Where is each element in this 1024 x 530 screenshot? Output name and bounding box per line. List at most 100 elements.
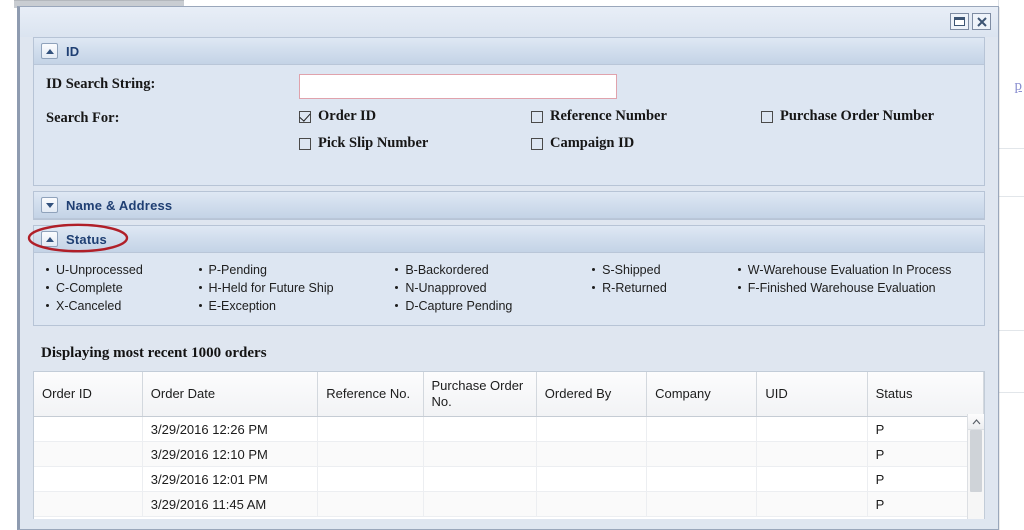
status-legend-text: E-Exception [208, 299, 276, 313]
orders-table: Order ID Order Date Reference No. Purcha… [34, 372, 984, 517]
checkbox-pick-slip-number[interactable]: Pick Slip Number [299, 135, 531, 152]
bullet-icon [46, 286, 49, 289]
checkbox-reference-number[interactable]: Reference Number [531, 108, 761, 125]
cell-ordered-by [536, 466, 648, 492]
checkbox-order-id[interactable]: Order ID [299, 108, 531, 125]
status-legend-item: E-Exception [198, 297, 396, 315]
cell-uid [756, 466, 868, 492]
table-row[interactable]: 3/29/2016 12:10 PM P [34, 441, 984, 467]
status-legend-item: D-Capture Pending [395, 297, 592, 315]
cell-reference-no [317, 416, 424, 442]
column-header-purchase-order-no[interactable]: Purchase Order No. [423, 372, 537, 417]
bullet-icon [737, 286, 741, 289]
column-header-order-id[interactable]: Order ID [34, 372, 143, 417]
id-search-row: ID Search String: [46, 74, 972, 99]
cell-order-id [34, 441, 143, 467]
grid-vertical-scrollbar[interactable] [967, 414, 984, 519]
search-for-options: Order ID Reference Number Purchase Order… [299, 108, 972, 162]
panel-id-content: ID Search String: Search For: Order ID R… [34, 65, 984, 185]
column-header-company[interactable]: Company [646, 372, 758, 417]
triangle-down-icon[interactable] [41, 197, 58, 213]
cell-ordered-by [536, 491, 648, 517]
panel-status-content: U-Unprocessed C-Complete X-Canceled P-Pe… [34, 253, 984, 325]
background-link-fragment[interactable]: p [1015, 78, 1023, 95]
status-legend: U-Unprocessed C-Complete X-Canceled P-Pe… [46, 261, 974, 315]
cell-order-date: 3/29/2016 11:45 AM [142, 491, 319, 517]
checkbox-box-pick-slip-number[interactable] [299, 137, 311, 150]
checkbox-box-purchase-order-number[interactable] [761, 110, 773, 123]
window-controls [950, 13, 991, 30]
cell-uid [756, 441, 868, 467]
bullet-icon [395, 268, 399, 271]
panel-id-header[interactable]: ID [34, 38, 984, 65]
status-legend-item: X-Canceled [46, 297, 199, 315]
cell-purchase-order-no [423, 466, 537, 492]
id-search-label: ID Search String: [46, 76, 156, 92]
close-icon [976, 16, 987, 27]
status-legend-text: U-Unprocessed [56, 263, 143, 277]
bullet-icon [592, 268, 596, 271]
status-legend-column: S-Shipped R-Returned [592, 261, 738, 315]
status-legend-item: W-Warehouse Evaluation In Process [737, 261, 974, 279]
screenshot-root: p ID ID Search String: Search For: Order… [0, 0, 1024, 530]
table-row[interactable]: 3/29/2016 11:45 AM P [34, 491, 984, 517]
bullet-icon [737, 268, 741, 271]
cell-uid [756, 491, 868, 517]
bullet-icon [198, 304, 202, 307]
bullet-icon [592, 286, 596, 289]
status-legend-item: F-Finished Warehouse Evaluation [737, 279, 974, 297]
table-row[interactable]: 3/29/2016 12:26 PM P [34, 416, 984, 442]
status-legend-text: H-Held for Future Ship [208, 281, 334, 295]
status-legend-text: D-Capture Pending [405, 299, 513, 313]
results-title: Displaying most recent 1000 orders [41, 345, 267, 361]
panel-name-address-title: Name & Address [66, 197, 173, 213]
bullet-icon [46, 304, 49, 307]
triangle-up-icon[interactable] [41, 43, 58, 59]
order-search-dialog: ID ID Search String: Search For: Order I… [17, 6, 999, 530]
panel-status-title: Status [66, 231, 107, 247]
status-legend-item: P-Pending [198, 261, 396, 279]
column-header-uid[interactable]: UID [756, 372, 868, 417]
checkbox-box-order-id[interactable] [299, 110, 311, 123]
checkbox-campaign-id[interactable]: Campaign ID [531, 135, 761, 152]
triangle-up-icon-status[interactable] [41, 231, 58, 247]
checkbox-label-reference-number: Reference Number [550, 108, 667, 124]
checkbox-box-campaign-id[interactable] [531, 137, 543, 150]
cell-purchase-order-no [423, 491, 537, 517]
panel-name-address: Name & Address [33, 191, 985, 220]
close-button[interactable] [972, 13, 991, 30]
panel-id: ID ID Search String: Search For: Order I… [33, 37, 985, 186]
panel-id-title: ID [66, 43, 80, 59]
cell-purchase-order-no [423, 416, 537, 442]
status-legend-text: N-Unapproved [405, 281, 487, 295]
checkbox-box-reference-number[interactable] [531, 110, 543, 123]
column-header-status[interactable]: Status [867, 372, 984, 417]
status-legend-item: S-Shipped [592, 261, 738, 279]
scroll-up-button[interactable] [968, 414, 984, 430]
bullet-icon [46, 268, 49, 271]
cell-reference-no [317, 466, 424, 492]
bullet-icon [198, 286, 202, 289]
status-legend-text: R-Returned [602, 281, 667, 295]
status-legend-column: W-Warehouse Evaluation In Process F-Fini… [737, 261, 974, 315]
scroll-thumb[interactable] [970, 430, 982, 492]
checkbox-purchase-order-number[interactable]: Purchase Order Number [761, 108, 971, 125]
cell-order-id [34, 416, 143, 442]
table-row[interactable]: 3/29/2016 12:01 PM P [34, 466, 984, 492]
orders-grid: Order ID Order Date Reference No. Purcha… [33, 371, 985, 519]
checkbox-label-pick-slip-number: Pick Slip Number [318, 135, 429, 151]
panel-status-header[interactable]: Status [34, 226, 984, 253]
column-header-order-date[interactable]: Order Date [142, 372, 319, 417]
cell-company [646, 441, 758, 467]
bullet-icon [395, 304, 399, 307]
status-legend-text: B-Backordered [405, 263, 489, 277]
restore-button[interactable] [950, 13, 969, 30]
status-legend-item: B-Backordered [395, 261, 592, 279]
checkbox-label-purchase-order-number: Purchase Order Number [780, 108, 935, 124]
column-header-reference-no[interactable]: Reference No. [317, 372, 424, 417]
panel-name-address-header[interactable]: Name & Address [34, 192, 984, 219]
column-header-ordered-by[interactable]: Ordered By [536, 372, 648, 417]
cell-ordered-by [536, 416, 648, 442]
id-search-input[interactable] [299, 74, 617, 99]
panel-status: Status U-Unprocessed C-Complete X-Cancel… [33, 225, 985, 326]
